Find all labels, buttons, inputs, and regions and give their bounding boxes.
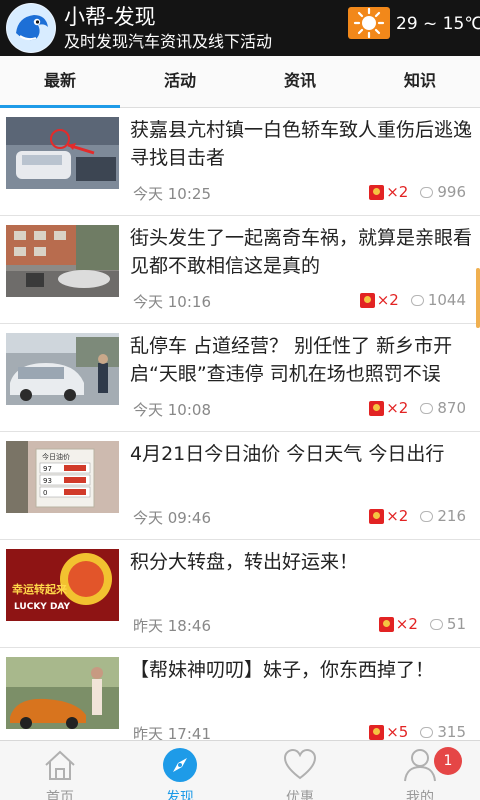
news-title[interactable]: 获嘉县亢村镇一白色轿车致人重伤后逃逸 寻找目击者 <box>130 116 472 172</box>
user-icon <box>404 749 436 782</box>
news-time: 今天 09:46 <box>133 509 211 527</box>
comment-count: 870 <box>437 399 466 417</box>
red-packet-icon <box>369 724 385 740</box>
comment-count: 51 <box>446 615 466 633</box>
nav-home-label: 首页 <box>46 790 74 800</box>
tab-news[interactable]: 资讯 <box>240 56 360 107</box>
nav-discover[interactable]: 发现 <box>120 741 240 800</box>
comment-icon <box>420 186 434 198</box>
comment-count: 315 <box>437 723 466 740</box>
red-packet-count: ×2 <box>386 507 409 525</box>
oil-row-97: 97 <box>43 465 52 473</box>
nav-profile[interactable]: 1 我的 <box>360 741 480 800</box>
red-packet-icon <box>369 184 385 200</box>
app-title: 小帮-发现 <box>64 5 156 29</box>
oil-row-93: 93 <box>43 477 52 485</box>
news-stats: ×2 1044 <box>359 291 466 309</box>
feed-item[interactable]: 乱停车 占道经营？ 别任性了 新乡市开启“天眼”查违停 司机在场也照罚不误 今天… <box>0 324 480 432</box>
app-subtitle: 及时发现汽车资讯及线下活动 <box>64 32 273 51</box>
red-packet-icon <box>359 292 375 308</box>
scroll-indicator[interactable] <box>476 268 480 328</box>
home-icon <box>45 750 75 780</box>
nav-home[interactable]: 首页 <box>0 741 120 800</box>
news-time: 昨天 17:41 <box>133 725 211 740</box>
news-stats: ×2 216 <box>369 507 466 525</box>
news-feed[interactable]: 获嘉县亢村镇一白色轿车致人重伤后逃逸 寻找目击者 今天 10:25 ×2 996 <box>0 108 480 740</box>
app-root: 小帮-发现 及时发现汽车资讯及线下活动 29 ~ 15℃ 最新 活动 资讯 知识 <box>0 0 480 800</box>
feed-item[interactable]: 获嘉县亢村镇一白色轿车致人重伤后逃逸 寻找目击者 今天 10:25 ×2 996 <box>0 108 480 216</box>
news-thumbnail <box>6 117 119 189</box>
comment-count: 216 <box>437 507 466 525</box>
red-packet-count: ×2 <box>395 615 418 633</box>
comment-icon <box>420 726 434 738</box>
news-time: 今天 10:08 <box>133 401 211 419</box>
red-packet-count: ×2 <box>386 183 409 201</box>
nav-deals[interactable]: 优惠 <box>240 741 360 800</box>
red-packet-icon <box>369 508 385 524</box>
news-stats: ×2 51 <box>378 615 466 633</box>
bottom-navigation: 首页 发现 优惠 1 我的 <box>0 740 480 800</box>
comment-icon <box>420 402 434 414</box>
comment-icon <box>410 294 424 306</box>
news-stats: ×5 315 <box>369 723 466 740</box>
news-title[interactable]: 积分大转盘，转出好运来！ <box>130 548 472 576</box>
feed-item[interactable]: 幸运转起来 LUCKY DAY 积分大转盘，转出好运来！ 昨天 18:46 ×2… <box>0 540 480 648</box>
news-thumbnail <box>6 225 119 297</box>
red-packet-count: ×5 <box>386 723 409 740</box>
news-time: 今天 10:25 <box>133 185 211 203</box>
tab-latest[interactable]: 最新 <box>0 56 120 108</box>
comment-count: 1044 <box>427 291 466 309</box>
lucky-thumb-line1: 幸运转起来 <box>12 582 68 596</box>
comment-icon <box>420 510 434 522</box>
app-header: 小帮-发现 及时发现汽车资讯及线下活动 29 ~ 15℃ <box>0 0 480 56</box>
sun-icon[interactable] <box>348 7 390 39</box>
lucky-thumb-line2: LUCKY DAY <box>14 602 71 612</box>
tab-knowledge[interactable]: 知识 <box>360 56 480 107</box>
nav-profile-label: 我的 <box>406 790 434 800</box>
red-packet-count: ×2 <box>386 399 409 417</box>
news-stats: ×2 996 <box>369 183 466 201</box>
news-title[interactable]: 【帮妹神叨叨】妹子，你东西掉了！ <box>130 656 472 684</box>
comment-icon <box>429 618 443 630</box>
news-thumbnail <box>6 657 119 729</box>
feed-item[interactable]: 【帮妹神叨叨】妹子，你东西掉了！ 昨天 17:41 ×5 315 <box>0 648 480 740</box>
nav-deals-label: 优惠 <box>286 790 314 800</box>
red-packet-icon <box>378 616 394 632</box>
news-title[interactable]: 4月21日今日油价 今日天气 今日出行 <box>130 440 472 468</box>
red-packet-icon <box>369 400 385 416</box>
feed-item[interactable]: 今日油价 97 93 0 4月21日今日油价 今日天气 今日出行 今天 09:4… <box>0 432 480 540</box>
dolphin-logo-icon[interactable] <box>6 3 56 53</box>
news-time: 今天 10:16 <box>133 293 211 311</box>
weather-temperature: 29 ~ 15℃ <box>396 14 480 34</box>
tab-events[interactable]: 活动 <box>120 56 240 107</box>
category-tabs: 最新 活动 资讯 知识 <box>0 56 480 108</box>
red-packet-count: ×2 <box>376 291 399 309</box>
nav-discover-label: 发现 <box>166 790 194 800</box>
news-thumbnail <box>6 333 119 405</box>
news-time: 昨天 18:46 <box>133 617 211 635</box>
news-thumbnail: 幸运转起来 LUCKY DAY <box>6 549 119 621</box>
compass-icon <box>163 748 197 782</box>
news-title[interactable]: 街头发生了一起离奇车祸，就算是亲眼看见都不敢相信这是真的 <box>130 224 472 280</box>
heart-icon <box>283 748 317 780</box>
comment-count: 996 <box>437 183 466 201</box>
news-stats: ×2 870 <box>369 399 466 417</box>
news-title[interactable]: 乱停车 占道经营？ 别任性了 新乡市开启“天眼”查违停 司机在场也照罚不误 <box>130 332 472 388</box>
oil-row-0: 0 <box>43 489 47 497</box>
oil-price-thumb-title: 今日油价 <box>42 452 70 461</box>
notification-badge: 1 <box>434 747 462 775</box>
feed-item[interactable]: 街头发生了一起离奇车祸，就算是亲眼看见都不敢相信这是真的 今天 10:16 ×2… <box>0 216 480 324</box>
news-thumbnail: 今日油价 97 93 0 <box>6 441 119 513</box>
